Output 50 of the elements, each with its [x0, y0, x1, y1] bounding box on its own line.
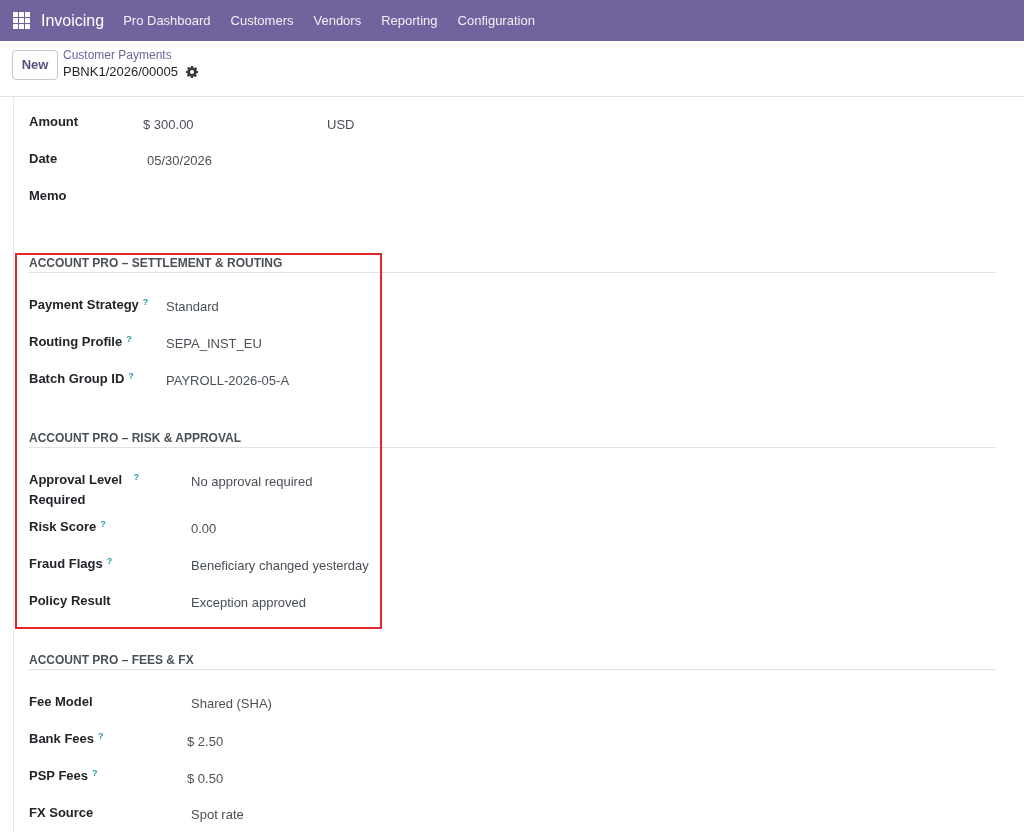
field-label: Memo — [29, 187, 67, 205]
menu-item[interactable]: Customers — [220, 10, 304, 31]
field-value: $ 2.50 — [187, 733, 224, 751]
field-label: Policy Result — [29, 592, 111, 610]
field-label: Fraud Flags — [29, 555, 103, 573]
field-value: SEPA_INST_EU — [166, 335, 262, 353]
section-title: ACCOUNT PRO – FEES & FX — [29, 651, 996, 670]
field-label: Risk Score — [29, 518, 97, 536]
section-title: ACCOUNT PRO – SETTLEMENT & ROUTING — [29, 254, 996, 273]
field-label: Payment Strategy — [29, 296, 139, 314]
field-value: No approval required — [191, 473, 313, 491]
field-label: Fee Model — [29, 693, 93, 711]
menu-item[interactable]: Vendors — [303, 10, 372, 31]
field-value: Beneficiary changed yesterday — [191, 557, 369, 575]
field-label: FX Source — [29, 804, 94, 822]
app-name[interactable]: Invoicing — [41, 10, 105, 31]
field-label: Routing Profile — [29, 333, 123, 351]
menu-item[interactable]: Reporting — [371, 10, 448, 31]
field-label: Batch Group ID — [29, 370, 125, 388]
field-value: Exception approved — [191, 594, 306, 612]
field-value: PAYROLL-2026-05-A — [166, 372, 290, 390]
field-value: Spot rate — [191, 806, 244, 824]
help-mark[interactable]: ? — [133, 472, 139, 482]
section-title: ACCOUNT PRO – RISK & APPROVAL — [29, 429, 996, 448]
field-label: Amount — [29, 113, 79, 131]
field-value: $ 0.50 — [187, 770, 224, 788]
help-mark[interactable]: ? — [128, 371, 134, 381]
field-value: Shared (SHA) — [191, 695, 272, 713]
field-value: 0.00 — [191, 520, 217, 538]
breadcrumb-link[interactable]: Customer Payments — [63, 47, 172, 63]
grid-icon[interactable] — [13, 12, 30, 29]
menu-item[interactable]: Pro Dashboard — [113, 10, 221, 31]
help-mark[interactable]: ? — [92, 768, 98, 778]
field-label: PSP Fees — [29, 767, 89, 785]
new-button[interactable]: New — [12, 50, 58, 80]
gear-icon[interactable] — [185, 66, 198, 78]
record-name: PBNK1/2026/00005 — [63, 63, 178, 81]
help-mark[interactable]: ? — [126, 334, 132, 344]
field-label: Date — [29, 150, 58, 168]
field-label: Approval Level Required — [29, 471, 124, 509]
help-mark[interactable]: ? — [100, 519, 106, 529]
menu-item[interactable]: Configuration — [447, 10, 545, 31]
field-value: Standard — [166, 298, 219, 316]
help-mark[interactable]: ? — [98, 731, 104, 741]
field-value: $ 300.00 — [143, 116, 195, 134]
field-value: 05/30/2026 — [147, 152, 213, 170]
help-mark[interactable]: ? — [106, 556, 113, 566]
currency-label: USD — [327, 116, 355, 134]
field-label: Bank Fees — [29, 730, 95, 748]
help-mark[interactable]: ? — [142, 297, 149, 307]
